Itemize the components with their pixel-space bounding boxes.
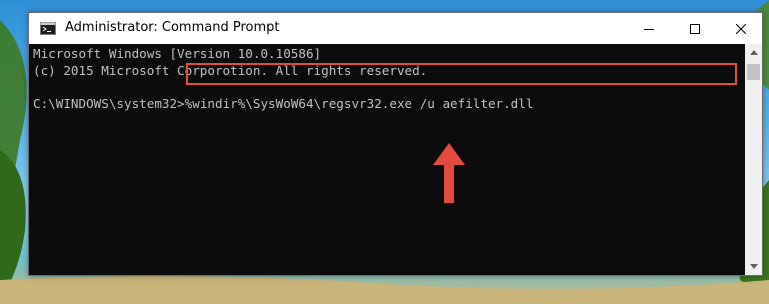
vertical-scrollbar[interactable] — [745, 44, 762, 275]
window-title: Administrator: Command Prompt — [65, 20, 280, 35]
annotation-arrow-up-icon — [433, 143, 465, 203]
maximize-icon — [690, 23, 700, 34]
title-bar[interactable]: Administrator: Command Prompt — [29, 13, 762, 44]
command-prompt-window: Administrator: Command Prompt Microsoft … — [28, 12, 763, 276]
command-line: C:\WINDOWS\system32>%windir%\SysWoW64\re… — [33, 96, 533, 111]
scroll-up-icon — [749, 50, 758, 55]
scroll-down-button[interactable] — [745, 258, 762, 275]
scroll-down-icon — [749, 264, 758, 269]
console-line: Microsoft Windows [Version 10.0.10586] — [33, 46, 322, 61]
console-command: %windir%\SysWoW64\regsvr32.exe /u aefilt… — [184, 96, 534, 111]
scroll-up-button[interactable] — [745, 44, 762, 61]
minimize-button[interactable] — [626, 13, 672, 44]
cmd-icon — [40, 22, 56, 35]
close-button[interactable] — [718, 13, 764, 44]
command-highlight-box — [186, 63, 737, 85]
minimize-icon — [644, 28, 654, 30]
scrollbar-thumb[interactable] — [747, 64, 760, 80]
maximize-button[interactable] — [672, 13, 718, 44]
close-icon — [736, 23, 746, 34]
console-prompt: C:\WINDOWS\system32> — [33, 96, 185, 111]
